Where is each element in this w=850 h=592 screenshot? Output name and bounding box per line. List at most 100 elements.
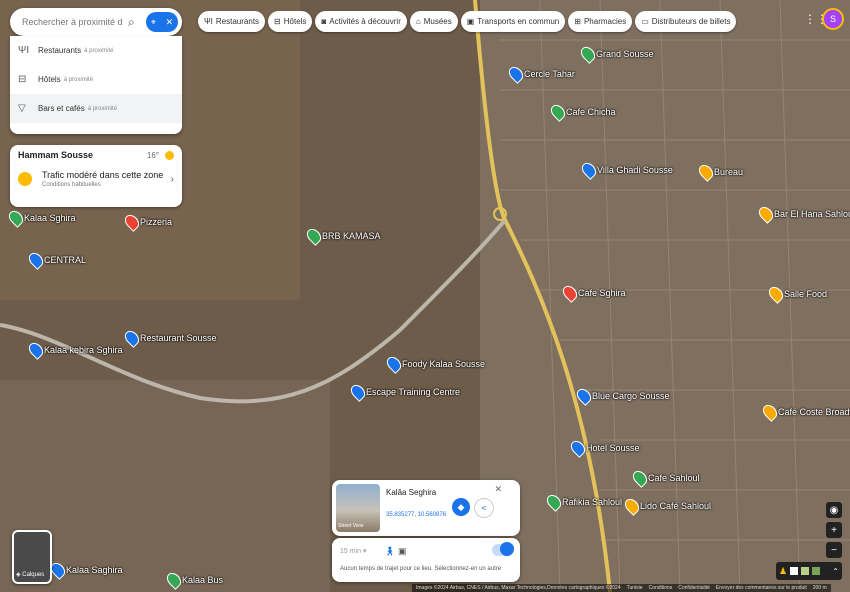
share-button[interactable]: < [474, 498, 494, 518]
map-place-pin[interactable]: Lido Café Sahloul [622, 496, 711, 516]
terrain-thumb[interactable] [801, 567, 810, 575]
pharmacy-icon: ⊞ [574, 17, 581, 26]
atm-icon: ▭ [641, 17, 649, 26]
satellite-thumb[interactable] [812, 567, 821, 575]
map-place-pin[interactable]: Restaurant Sousse [122, 328, 217, 348]
chip-pharmacies[interactable]: ⊞ Pharmacies [568, 11, 633, 32]
bus-icon: ▣ [466, 17, 475, 26]
map-pin-icon [304, 226, 324, 246]
chip-atm[interactable]: ▭ Distributeurs de billets [635, 11, 737, 32]
cocktail-icon: ▽ [18, 103, 26, 114]
map-pin-icon [544, 492, 564, 512]
category-chips: ΨΙ Restaurants ⊟ Hôtels ◙ Activités à décou… [198, 11, 737, 32]
avatar[interactable]: S [822, 8, 844, 30]
map-place-pin[interactable]: Kalaa Bus [164, 570, 223, 590]
nearby-item-restaurants[interactable]: ΨΙ Restaurants à proximité [10, 36, 182, 65]
map-pin-icon [164, 570, 184, 590]
pegman-icon[interactable]: ♟ [779, 566, 787, 577]
chip-hotels[interactable]: ⊟ Hôtels [268, 11, 313, 32]
map-pin-icon [26, 250, 46, 270]
map-pin-icon [548, 102, 568, 122]
map-place-pin[interactable]: Rafikia Sahloul [544, 492, 622, 512]
bed-icon: ⊟ [18, 74, 27, 85]
search-box[interactable]: ⌕ ⌖✕ [10, 8, 182, 36]
map-pin-icon [506, 64, 526, 84]
map-pin-icon [122, 212, 142, 232]
place-coordinates[interactable]: 35.835277, 10.560876 [386, 512, 446, 518]
map-thumb[interactable] [790, 567, 799, 575]
map-pin-icon [348, 382, 368, 402]
map-pin-icon [760, 402, 780, 422]
map-place-pin[interactable]: Bureau [696, 162, 743, 182]
pin-icon: ⌖ [150, 16, 156, 27]
map-pin-icon [26, 340, 46, 360]
map-pin-icon [122, 328, 142, 348]
share-icon: < [481, 503, 487, 513]
street-view-thumbnail[interactable]: Street View [336, 484, 380, 532]
map-pin-icon [574, 386, 594, 406]
map-pin-icon [696, 162, 716, 182]
close-icon[interactable]: ✕ [494, 484, 502, 495]
map-place-pin[interactable]: Salle Food [766, 284, 827, 304]
area-info-card: Hammam Sousse 16° Trafic modéré dans cett… [10, 145, 182, 207]
map-place-pin[interactable]: Villa Ghadi Sousse [579, 160, 673, 180]
temperature: 16° [146, 150, 159, 160]
map-place-pin[interactable]: Hotel Sousse [568, 438, 640, 458]
map-pin-icon [6, 208, 26, 228]
map-place-pin[interactable]: Kalaa Sghira [6, 208, 76, 228]
map-pin-icon [579, 160, 599, 180]
map-place-pin[interactable]: Kalaa kebira Sghira [26, 340, 123, 360]
map-place-pin[interactable]: Cafe Sghira [560, 283, 626, 303]
map-place-pin[interactable]: CENTRAL [26, 250, 86, 270]
chip-museums[interactable]: ⌂ Musées [409, 11, 458, 32]
map-place-pin[interactable]: Foody Kalaa Sousse [384, 354, 485, 374]
map-pin-icon [622, 496, 642, 516]
map-pin-icon [630, 468, 650, 488]
area-name: Hammam Sousse [18, 150, 94, 160]
traffic-row[interactable]: Trafic modéré dans cette zone Conditions … [10, 160, 182, 188]
map-pin-icon [766, 284, 786, 304]
map-pin-icon [384, 354, 404, 374]
compass-icon[interactable]: ◉ [826, 502, 842, 518]
chevron-up-icon[interactable]: ⌃ [832, 567, 839, 576]
map-pin-icon [560, 283, 580, 303]
pin-filter-chip[interactable]: ⌖ ✕ [146, 12, 178, 32]
search-input[interactable] [20, 16, 124, 28]
map-place-pin[interactable]: Cafe Chicha [548, 102, 616, 122]
chip-activities[interactable]: ◙ Activités à découvrir [315, 11, 407, 32]
nearby-item-hotels[interactable]: ⊟ Hôtels à proximité [10, 65, 182, 94]
traffic-icon [18, 172, 32, 186]
map-place-pin[interactable]: Cafe Sahloul [630, 468, 700, 488]
map-place-pin[interactable]: Cercle Tahar [506, 64, 575, 84]
travel-time-card: 15 min ▾ 🚶︎ ▣ Aucun temps de trajet pour… [332, 538, 520, 582]
map-place-pin[interactable]: BRB KAMASA [304, 226, 381, 246]
map-place-pin[interactable]: Kalaa Saghira [48, 560, 123, 580]
travel-toggle[interactable] [492, 542, 514, 556]
travel-time-select[interactable]: 15 min ▾ [340, 547, 366, 555]
map-place-pin[interactable]: Café Coste Broadway [760, 402, 850, 422]
camera-icon: ◙ [321, 17, 327, 26]
zoom-out-button[interactable]: − [826, 542, 842, 558]
directions-button[interactable]: ◆ [452, 498, 470, 516]
walking-icon[interactable]: 🚶︎ [384, 546, 395, 557]
map-controls: ◉ + − [826, 502, 842, 562]
map-place-pin[interactable]: Bar El Hana Sahloul [756, 204, 850, 224]
map-place-pin[interactable]: Grand Sousse [578, 44, 654, 64]
map-place-pin[interactable]: Pizzeria [122, 212, 172, 232]
layers-button[interactable]: ◈ Calques [12, 530, 52, 584]
travel-message: Aucun temps de trajet pour ce lieu. Séle… [340, 566, 502, 572]
bed-icon: ⊟ [274, 17, 281, 26]
sun-icon [165, 150, 174, 160]
chip-transit[interactable]: ▣ Transports en commun [460, 11, 566, 32]
map-place-pin[interactable]: Escape Training Centre [348, 382, 460, 402]
close-icon[interactable]: ✕ [166, 17, 174, 28]
nearby-suggestions: ΨΙ Restaurants à proximité ⊟ Hôtels à proxim… [10, 36, 182, 134]
chip-restaurants[interactable]: ΨΙ Restaurants [198, 11, 266, 32]
search-icon[interactable]: ⌕ [128, 15, 135, 30]
train-icon[interactable]: ▣ [398, 546, 407, 557]
layers-icon: ◈ [16, 572, 21, 578]
map-pin-icon [756, 204, 776, 224]
nearby-item-bars[interactable]: ▽ Bars et cafés à proximité [10, 94, 182, 123]
map-place-pin[interactable]: Blue Cargo Sousse [574, 386, 670, 406]
zoom-in-button[interactable]: + [826, 522, 842, 538]
